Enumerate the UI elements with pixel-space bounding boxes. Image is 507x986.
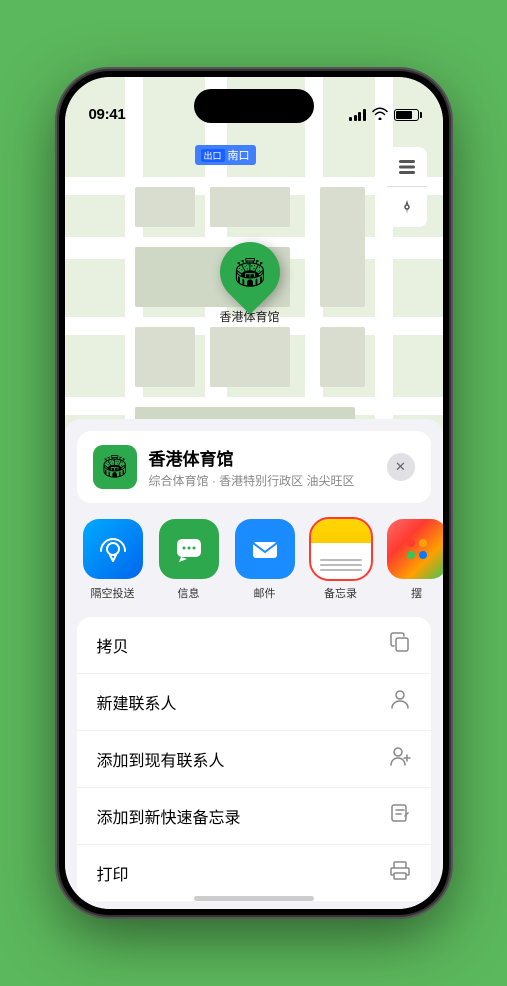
phone-screen: 09:41 bbox=[65, 77, 443, 909]
action-quick-note-label: 添加到新快速备忘录 bbox=[97, 804, 241, 828]
home-indicator bbox=[194, 896, 314, 901]
share-item-airdrop[interactable]: 隔空投送 bbox=[81, 519, 145, 601]
share-item-more[interactable]: 摆 bbox=[385, 519, 443, 601]
more-label: 摆 bbox=[411, 585, 422, 601]
person-add-icon bbox=[389, 745, 411, 773]
airdrop-label: 隔空投送 bbox=[91, 585, 135, 601]
print-icon bbox=[389, 859, 411, 887]
action-copy[interactable]: 拷贝 bbox=[77, 617, 431, 674]
location-subtitle: 综合体育馆 · 香港特别行政区 油尖旺区 bbox=[149, 472, 387, 489]
phone-frame: 09:41 bbox=[59, 71, 449, 915]
map-controls bbox=[387, 147, 427, 227]
copy-icon bbox=[389, 631, 411, 659]
signal-bars-icon bbox=[349, 109, 366, 121]
map-layers-button[interactable] bbox=[387, 147, 427, 187]
bottom-sheet: 🏟 香港体育馆 综合体育馆 · 香港特别行政区 油尖旺区 ✕ bbox=[65, 419, 443, 909]
action-add-contact[interactable]: 添加到现有联系人 bbox=[77, 731, 431, 788]
more-icon bbox=[387, 519, 443, 579]
quick-note-icon bbox=[389, 802, 411, 830]
location-info: 香港体育馆 综合体育馆 · 香港特别行政区 油尖旺区 bbox=[149, 445, 387, 489]
location-name: 香港体育馆 bbox=[149, 445, 387, 470]
message-icon bbox=[159, 519, 219, 579]
stadium-pin[interactable]: 🏟 香港体育馆 bbox=[220, 242, 280, 325]
person-icon bbox=[389, 688, 411, 716]
mail-icon bbox=[235, 519, 295, 579]
action-copy-label: 拷贝 bbox=[97, 633, 129, 657]
action-new-contact[interactable]: 新建联系人 bbox=[77, 674, 431, 731]
map-label: 出口 南口 bbox=[195, 145, 256, 165]
share-item-mail[interactable]: 邮件 bbox=[233, 519, 297, 601]
battery-icon bbox=[394, 109, 419, 121]
share-row: 隔空投送 信息 bbox=[65, 511, 443, 609]
share-item-notes[interactable]: 备忘录 bbox=[309, 519, 373, 601]
notes-label: 备忘录 bbox=[324, 585, 357, 601]
action-new-contact-label: 新建联系人 bbox=[97, 690, 177, 714]
close-button[interactable]: ✕ bbox=[387, 453, 415, 481]
dynamic-island bbox=[194, 89, 314, 123]
action-print[interactable]: 打印 bbox=[77, 845, 431, 901]
status-time: 09:41 bbox=[89, 106, 126, 123]
airdrop-icon bbox=[83, 519, 143, 579]
map-label-badge: 出口 bbox=[201, 149, 225, 162]
location-card-icon: 🏟 bbox=[93, 445, 137, 489]
wifi-icon bbox=[372, 107, 388, 123]
status-icons bbox=[349, 107, 419, 123]
mail-label: 邮件 bbox=[254, 585, 276, 601]
compass-button[interactable] bbox=[387, 187, 427, 227]
stadium-pin-icon: 🏟 bbox=[207, 230, 292, 315]
action-print-label: 打印 bbox=[97, 861, 129, 885]
share-item-message[interactable]: 信息 bbox=[157, 519, 221, 601]
action-quick-note[interactable]: 添加到新快速备忘录 bbox=[77, 788, 431, 845]
notes-icon bbox=[311, 519, 371, 579]
action-add-contact-label: 添加到现有联系人 bbox=[97, 747, 225, 771]
message-label: 信息 bbox=[178, 585, 200, 601]
location-card: 🏟 香港体育馆 综合体育馆 · 香港特别行政区 油尖旺区 ✕ bbox=[77, 431, 431, 503]
map-label-text: 南口 bbox=[228, 147, 250, 163]
action-list: 拷贝 新建联系人 bbox=[65, 617, 443, 901]
